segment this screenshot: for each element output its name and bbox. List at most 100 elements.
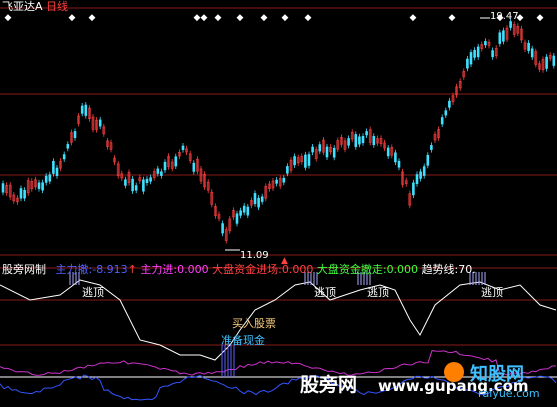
candle-body — [174, 156, 178, 167]
candle-body — [552, 55, 556, 66]
diamond-marker-icon: ◆ — [261, 13, 268, 23]
diamond-marker-icon: ◆ — [537, 13, 544, 23]
candle-body — [448, 100, 451, 108]
candle-body — [286, 166, 289, 174]
candle-body — [160, 171, 163, 176]
diamond-marker-icon: ◆ — [89, 13, 96, 23]
watermark-site: 股旁网 — [300, 374, 358, 396]
candle-body — [415, 174, 419, 184]
logo-icon — [444, 362, 464, 382]
trend-label: 趋势线: — [421, 263, 459, 276]
candle-body — [192, 162, 196, 172]
candle-body — [358, 136, 361, 145]
candle-body — [361, 136, 365, 144]
indicator-name: 股旁网制 — [2, 263, 46, 276]
candle-body — [347, 138, 350, 146]
candle-body — [23, 189, 26, 199]
stock-chart-canvas: ◆ ◆ ◆ ◆ ◆ ◆ ◆ ◆ ◆ ◆ ◆ ◆ ◆ ◆ ◆ — [0, 7, 557, 401]
candle-body — [41, 182, 44, 191]
candle-body — [365, 131, 368, 136]
chart-grid — [0, 7, 557, 378]
candle-body — [325, 146, 329, 158]
candle-body — [304, 154, 307, 168]
logo-text: 知股网 — [470, 364, 524, 385]
stock-name: 飞亚达A — [2, 0, 43, 13]
diamond-marker-icon: ◆ — [215, 13, 222, 23]
main-out-value: -8.913 — [92, 263, 128, 276]
diamond-marker-icon: ◆ — [449, 13, 456, 23]
prepare-cash-label: 准备现金 — [221, 334, 265, 347]
candle-body — [55, 167, 59, 176]
candle-body — [498, 32, 502, 44]
diamond-markers: ◆ ◆ ◆ ◆ ◆ ◆ ◆ ◆ ◆ ◆ ◆ ◆ ◆ ◆ ◆ — [5, 13, 544, 23]
diamond-marker-icon: ◆ — [69, 13, 76, 23]
diamond-marker-icon: ◆ — [410, 13, 417, 23]
candle-body — [386, 147, 390, 157]
candle-body — [430, 145, 433, 150]
candle-body — [48, 174, 52, 182]
candle-body — [530, 48, 534, 58]
logo-url: raiyue.com — [478, 387, 540, 400]
diamond-marker-icon: ◆ — [201, 13, 208, 23]
chart-title: 飞亚达A 日线 — [2, 1, 68, 13]
candle-body — [145, 178, 149, 184]
low-price-label: 11.09 — [240, 250, 269, 261]
up-arrow-icon: ↑ — [127, 263, 137, 276]
candle-body — [527, 42, 530, 51]
candle-body — [80, 105, 84, 114]
candle-body — [412, 182, 415, 196]
candle-body — [239, 210, 242, 216]
candle-body — [246, 206, 250, 216]
candle-body — [156, 168, 160, 174]
buy-stock-label: 买入股票 — [232, 317, 276, 330]
candle-body — [491, 50, 494, 58]
candle-body — [397, 160, 401, 168]
flee-top-label: 逃顶 — [367, 286, 389, 299]
candle-body — [473, 49, 476, 58]
candle-body — [275, 179, 278, 184]
main-out-label: 主力撤: — [55, 263, 93, 276]
flee-top-label: 逃顶 — [481, 286, 503, 299]
candle-body — [419, 171, 422, 179]
main-in-value: 0.000 — [177, 263, 209, 276]
candle-body — [1, 183, 5, 193]
diamond-marker-icon: ◆ — [194, 13, 201, 23]
market-out-value: 0.000 — [386, 263, 419, 276]
candle-body — [131, 178, 134, 192]
candle-body — [502, 30, 505, 42]
candle-body — [242, 205, 246, 213]
indicator-header: 股旁网制 主力撤:-8.913↑ 主力进:0.000 大盘资金进场:0.000 … — [2, 264, 476, 276]
candle-body — [372, 136, 376, 146]
trend-value: 70. — [458, 263, 476, 276]
candle-body — [134, 185, 138, 191]
candle-body — [311, 146, 314, 153]
candle-body — [19, 188, 23, 199]
candlestick-series — [1, 17, 556, 251]
candle-body — [260, 196, 264, 202]
candle-body — [84, 104, 88, 116]
candle-body — [476, 46, 480, 58]
candle-body — [221, 223, 224, 234]
candle-body — [142, 179, 145, 192]
candle-body — [181, 145, 185, 150]
main-in-label: 主力进: — [140, 263, 178, 276]
candle-body — [66, 144, 70, 149]
candle-body — [318, 144, 322, 152]
flee-top-label: 逃顶 — [82, 286, 104, 299]
candle-body — [444, 110, 448, 116]
market-out-label: 大盘资金撤走: — [316, 263, 387, 276]
candle-body — [293, 156, 296, 166]
candle-body — [52, 160, 55, 174]
candle-body — [257, 197, 260, 208]
candle-body — [44, 175, 48, 183]
market-in-label: 大盘资金进场: — [212, 263, 282, 276]
candle-body — [545, 56, 548, 69]
flee-top-label: 逃顶 — [314, 286, 336, 299]
candle-body — [149, 177, 152, 182]
candle-body — [73, 131, 77, 138]
candle-body — [37, 182, 41, 189]
candle-body — [253, 193, 257, 205]
candle-body — [394, 152, 397, 163]
candle-body — [332, 147, 336, 158]
candle-body — [469, 52, 473, 65]
